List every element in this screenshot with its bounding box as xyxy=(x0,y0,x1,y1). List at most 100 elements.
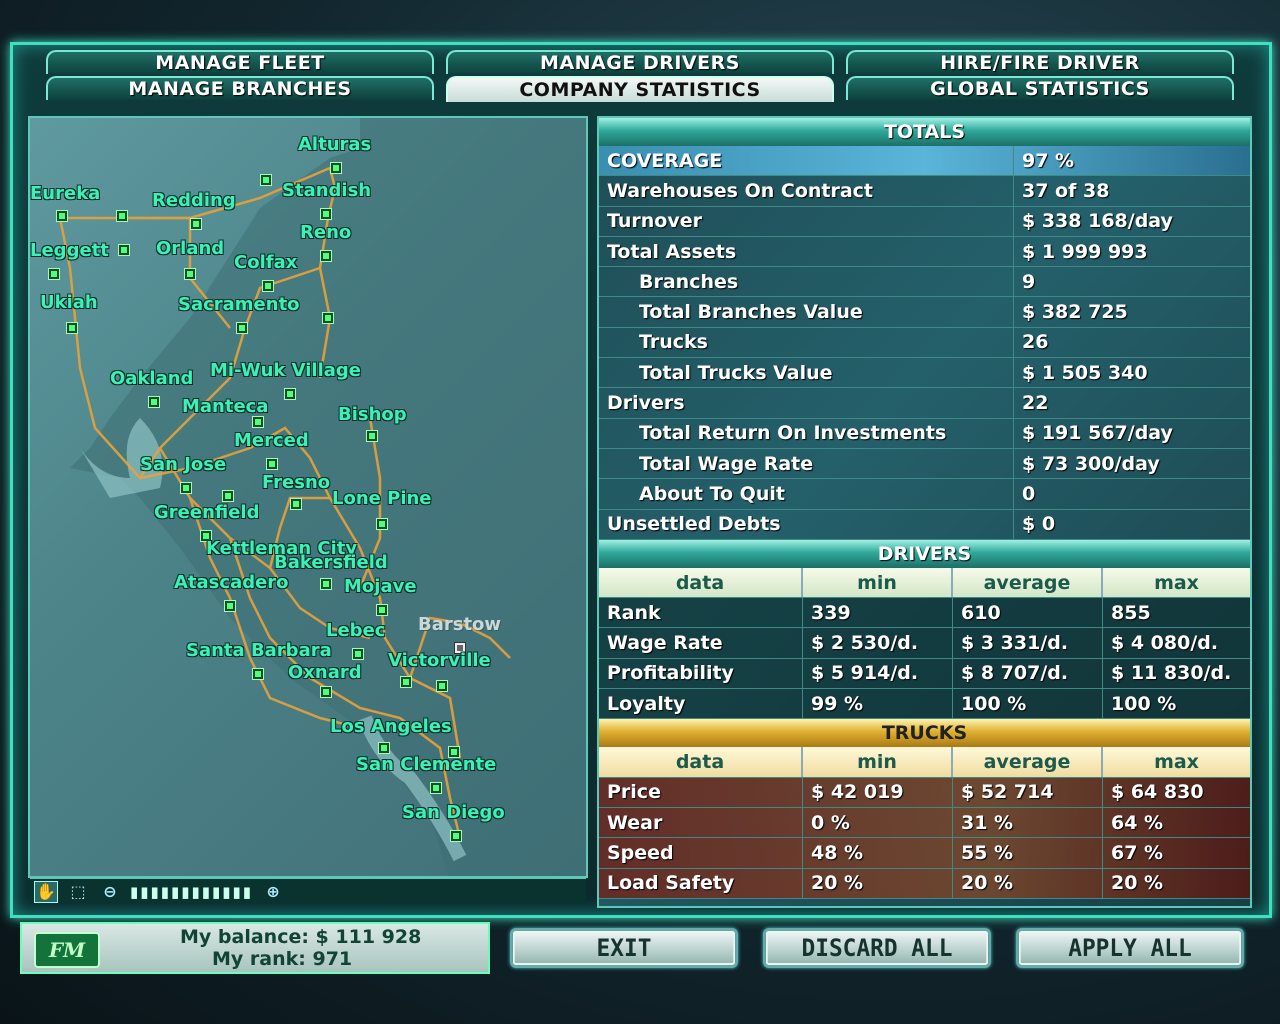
zoom-in-icon[interactable]: ⊕ xyxy=(261,881,285,903)
drivers-header: DRIVERS xyxy=(599,539,1250,568)
tab-manage-fleet[interactable]: MANAGE FLEET xyxy=(46,50,434,74)
warehouse-marker[interactable] xyxy=(116,210,128,222)
exit-button[interactable]: EXIT xyxy=(510,928,738,968)
city-label[interactable]: Mojave xyxy=(344,576,417,597)
warehouse-marker[interactable] xyxy=(284,388,296,400)
warehouse-marker[interactable] xyxy=(450,830,462,842)
row-value: 22 xyxy=(1022,392,1049,415)
warehouse-marker[interactable] xyxy=(330,162,342,174)
zoom-out-icon[interactable]: ⊖ xyxy=(98,881,122,903)
city-label[interactable]: Victorville xyxy=(388,650,491,671)
city-label[interactable]: Standish xyxy=(282,180,371,201)
warehouse-marker[interactable] xyxy=(320,578,332,590)
row-label: Total Return On Investments xyxy=(599,418,1014,448)
cell: 55 % xyxy=(953,838,1103,868)
warehouse-marker[interactable] xyxy=(236,322,248,334)
city-label[interactable]: Barstow xyxy=(418,614,501,635)
warehouse-marker[interactable] xyxy=(376,604,388,616)
warehouse-marker[interactable] xyxy=(352,648,364,660)
city-label[interactable]: Greenfield xyxy=(154,502,260,523)
trucks-header: TRUCKS xyxy=(599,719,1250,748)
column-header: average xyxy=(953,747,1103,777)
warehouse-marker[interactable] xyxy=(224,600,236,612)
city-label[interactable]: Lebec xyxy=(326,620,385,641)
cell: $ 4 080/d. xyxy=(1111,632,1219,655)
warehouse-marker[interactable] xyxy=(180,482,192,494)
city-label[interactable]: Manteca xyxy=(182,396,269,417)
warehouse-marker[interactable] xyxy=(376,518,388,530)
region-map[interactable]: Alturas Eureka Redding Standish Reno Leg… xyxy=(28,116,588,878)
warehouse-marker[interactable] xyxy=(184,268,196,280)
city-label[interactable]: Mi-Wuk Village xyxy=(210,360,361,381)
city-label[interactable]: Ukiah xyxy=(40,292,98,313)
warehouse-marker[interactable] xyxy=(290,498,302,510)
warehouse-marker[interactable] xyxy=(320,250,332,262)
tab-manage-branches[interactable]: MANAGE BRANCHES xyxy=(46,76,434,100)
map-toolbar: ✋ ⬚ ⊖ ▮▮▮▮▮▮▮▮▮▮▮▮ ⊕ xyxy=(30,878,586,904)
warehouse-marker[interactable] xyxy=(436,680,448,692)
tab-company-statistics[interactable]: COMPANY STATISTICS xyxy=(446,76,834,102)
cell: $ 3 331/d. xyxy=(953,628,1103,658)
city-label[interactable]: Oakland xyxy=(110,368,193,389)
city-label[interactable]: San Diego xyxy=(402,802,505,823)
warehouse-marker[interactable] xyxy=(262,280,274,292)
city-label[interactable]: Reno xyxy=(300,222,351,243)
city-label[interactable]: Eureka xyxy=(30,183,100,204)
city-label[interactable]: Lone Pine xyxy=(332,488,432,509)
zoom-slider[interactable]: ▮▮▮▮▮▮▮▮▮▮▮▮ xyxy=(130,883,253,901)
warehouse-marker[interactable] xyxy=(190,218,202,230)
city-label[interactable]: Leggett xyxy=(30,240,109,261)
city-label[interactable]: Bakersfield xyxy=(274,552,388,573)
warehouse-marker[interactable] xyxy=(266,458,278,470)
totals-row: Turnover $ 338 168/day xyxy=(599,206,1250,237)
pan-hand-icon[interactable]: ✋ xyxy=(34,880,58,903)
cell: 855 xyxy=(1111,601,1151,624)
select-area-icon[interactable]: ⬚ xyxy=(66,881,90,903)
warehouse-marker[interactable] xyxy=(320,686,332,698)
cell: 31 % xyxy=(953,807,1103,838)
rank-text: My rank: 971 xyxy=(212,948,353,970)
warehouse-marker[interactable] xyxy=(48,268,60,280)
city-label[interactable]: Redding xyxy=(152,190,236,211)
city-label[interactable]: Oxnard xyxy=(288,662,362,683)
tab-manage-drivers[interactable]: MANAGE DRIVERS xyxy=(446,50,834,74)
discard-all-button[interactable]: DISCARD ALL xyxy=(763,928,991,968)
city-label[interactable]: Fresno xyxy=(262,472,330,493)
warehouse-marker[interactable] xyxy=(148,396,160,408)
city-label[interactable]: Sacramento xyxy=(178,294,300,315)
city-label[interactable]: Bishop xyxy=(338,404,407,425)
warehouse-marker[interactable] xyxy=(430,782,442,794)
apply-all-button[interactable]: APPLY ALL xyxy=(1016,928,1244,968)
warehouse-marker[interactable] xyxy=(320,208,332,220)
warehouse-marker[interactable] xyxy=(222,490,234,502)
warehouse-marker[interactable] xyxy=(56,210,68,222)
warehouse-marker[interactable] xyxy=(252,668,264,680)
drivers-column-headers: data min average max xyxy=(599,567,1250,599)
warehouse-marker[interactable] xyxy=(118,244,130,256)
city-label[interactable]: Santa Barbara xyxy=(186,640,332,661)
warehouse-marker[interactable] xyxy=(378,742,390,754)
row-label: Branches xyxy=(599,267,1014,297)
warehouse-marker[interactable] xyxy=(66,322,78,334)
city-label[interactable]: Atascadero xyxy=(174,572,289,593)
city-label[interactable]: Merced xyxy=(234,430,309,451)
city-label[interactable]: Alturas xyxy=(298,134,371,155)
row-label: Turnover xyxy=(599,206,1014,236)
warehouse-marker[interactable] xyxy=(252,416,264,428)
tab-global-statistics[interactable]: GLOBAL STATISTICS xyxy=(846,76,1234,100)
fm-logo-icon[interactable]: FM xyxy=(34,932,100,968)
row-label: Total Wage Rate xyxy=(599,448,1014,479)
warehouse-marker[interactable] xyxy=(366,430,378,442)
city-label[interactable]: San Jose xyxy=(140,454,226,475)
city-label[interactable]: Los Angeles xyxy=(330,716,452,737)
city-label[interactable]: Colfax xyxy=(234,252,297,273)
totals-row: Total Assets $ 1 999 993 xyxy=(599,236,1250,268)
totals-row: COVERAGE 97 % xyxy=(599,146,1250,177)
city-label[interactable]: San Clemente xyxy=(356,754,496,775)
tab-hire-fire-driver[interactable]: HIRE/FIRE DRIVER xyxy=(846,50,1234,74)
warehouse-marker[interactable] xyxy=(400,676,412,688)
warehouse-marker[interactable] xyxy=(322,312,334,324)
cell: 67 % xyxy=(1111,841,1164,864)
city-label[interactable]: Orland xyxy=(156,238,224,259)
warehouse-marker[interactable] xyxy=(260,174,272,186)
